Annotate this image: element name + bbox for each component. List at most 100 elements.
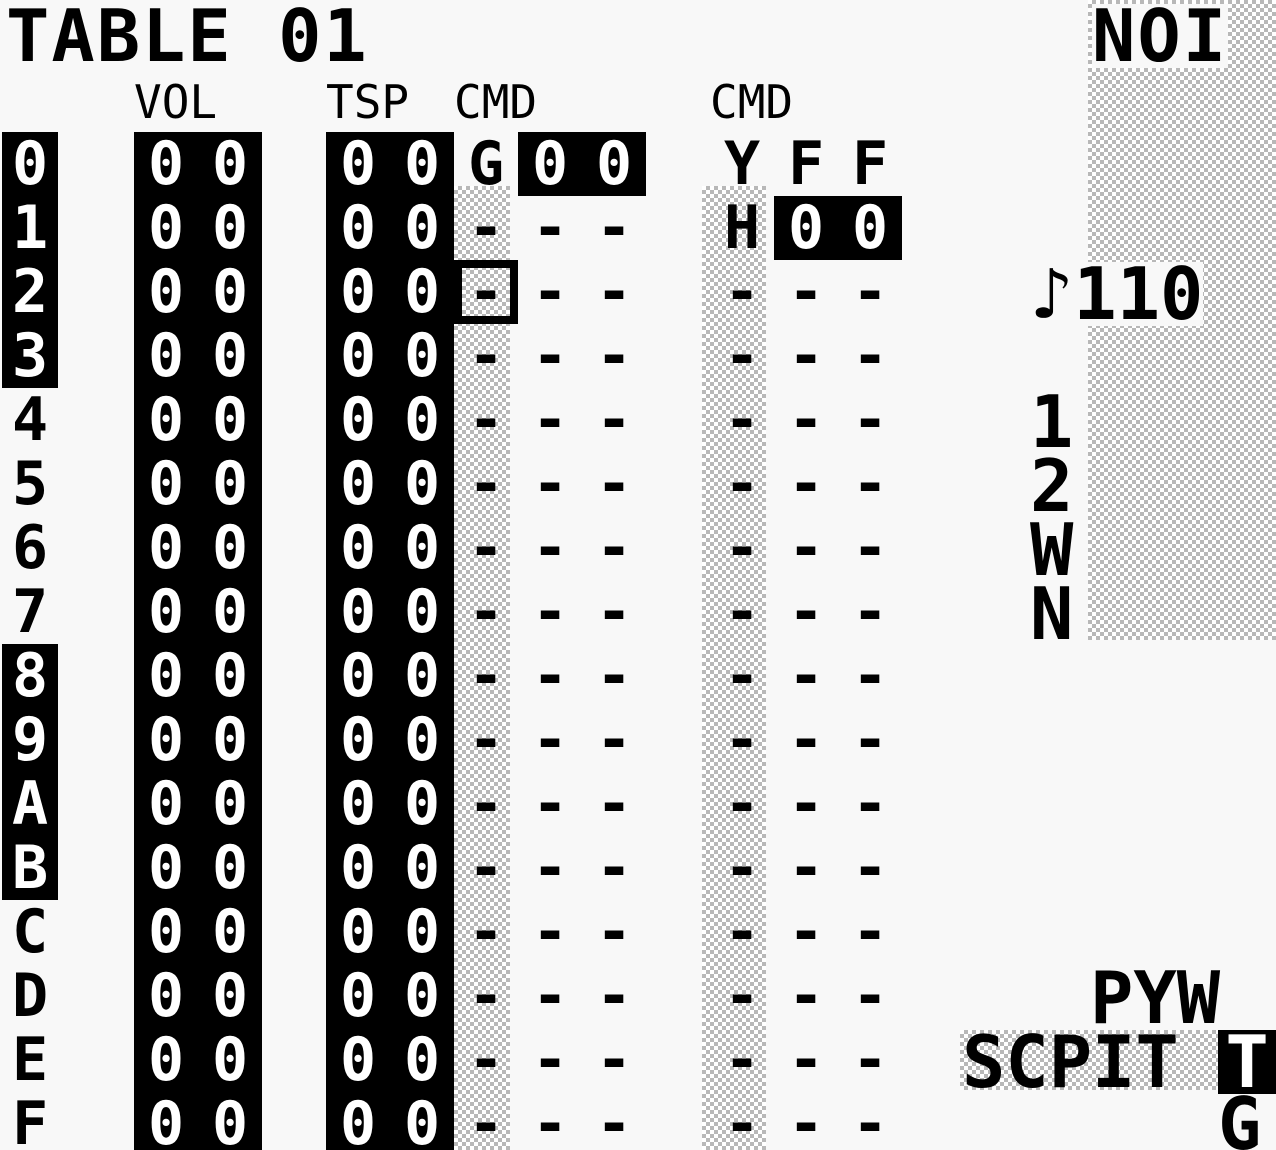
- tsp-cell[interactable]: 0: [390, 580, 454, 644]
- tsp-cell[interactable]: 0: [326, 836, 390, 900]
- cmd1-cell[interactable]: -: [518, 516, 582, 580]
- cmd2-cell[interactable]: -: [838, 260, 902, 324]
- cmd1-cell[interactable]: -: [582, 260, 646, 324]
- cmd2-cell[interactable]: -: [774, 964, 838, 1028]
- cmd2-cell[interactable]: -: [710, 964, 774, 1028]
- tsp-cell[interactable]: 0: [390, 644, 454, 708]
- cmd1-cell[interactable]: -: [518, 388, 582, 452]
- cmd1-cell[interactable]: -: [582, 324, 646, 388]
- cmd1-cell[interactable]: -: [518, 964, 582, 1028]
- vol-cell[interactable]: 0: [134, 388, 198, 452]
- cmd1-cell[interactable]: -: [454, 324, 518, 388]
- tsp-cell[interactable]: 0: [326, 196, 390, 260]
- cmd1-cell[interactable]: -: [454, 644, 518, 708]
- tsp-cell[interactable]: 0: [326, 452, 390, 516]
- cmd2-cell[interactable]: -: [710, 644, 774, 708]
- vol-cell[interactable]: 0: [198, 900, 262, 964]
- cmd1-cell[interactable]: -: [454, 196, 518, 260]
- cmd2-cell[interactable]: -: [774, 900, 838, 964]
- cmd2-cell[interactable]: 0: [838, 196, 902, 260]
- vol-cell[interactable]: 0: [134, 452, 198, 516]
- cmd1-cell[interactable]: -: [454, 1028, 518, 1092]
- cmd2-cell[interactable]: -: [774, 580, 838, 644]
- cmd2-cell[interactable]: -: [774, 836, 838, 900]
- vol-cell[interactable]: 0: [134, 324, 198, 388]
- cmd2-cell[interactable]: -: [710, 260, 774, 324]
- tsp-cell[interactable]: 0: [390, 964, 454, 1028]
- vol-cell[interactable]: 0: [134, 644, 198, 708]
- cmd1-cell[interactable]: 0: [518, 132, 582, 196]
- cmd2-cell[interactable]: -: [710, 516, 774, 580]
- cmd2-cell[interactable]: -: [774, 452, 838, 516]
- tsp-cell[interactable]: 0: [326, 260, 390, 324]
- cmd1-cell[interactable]: -: [518, 1028, 582, 1092]
- cmd2-cell[interactable]: -: [710, 452, 774, 516]
- cmd2-cell[interactable]: -: [774, 324, 838, 388]
- cmd2-cell[interactable]: -: [710, 580, 774, 644]
- vol-cell[interactable]: 0: [134, 580, 198, 644]
- cmd1-cell[interactable]: -: [454, 708, 518, 772]
- cmd1-cell[interactable]: -: [454, 516, 518, 580]
- cmd1-cell[interactable]: -: [518, 260, 582, 324]
- vol-cell[interactable]: 0: [198, 196, 262, 260]
- cmd2-cell[interactable]: -: [774, 1028, 838, 1092]
- cmd1-cell[interactable]: -: [582, 580, 646, 644]
- cmd2-cell[interactable]: -: [710, 324, 774, 388]
- vol-cell[interactable]: 0: [198, 580, 262, 644]
- tsp-cell[interactable]: 0: [390, 1028, 454, 1092]
- cmd2-cell[interactable]: -: [774, 1092, 838, 1150]
- cmd2-cell[interactable]: 0: [774, 196, 838, 260]
- cmd1-cell[interactable]: -: [454, 580, 518, 644]
- tsp-cell[interactable]: 0: [326, 644, 390, 708]
- tsp-cell[interactable]: 0: [326, 1028, 390, 1092]
- cmd2-cell[interactable]: -: [774, 516, 838, 580]
- vol-cell[interactable]: 0: [134, 900, 198, 964]
- cmd1-cell[interactable]: -: [582, 708, 646, 772]
- vol-cell[interactable]: 0: [198, 1092, 262, 1150]
- vol-cell[interactable]: 0: [134, 1028, 198, 1092]
- cmd1-cell[interactable]: -: [454, 900, 518, 964]
- cmd1-cell[interactable]: -: [582, 900, 646, 964]
- tsp-cell[interactable]: 0: [326, 772, 390, 836]
- cmd1-cell[interactable]: -: [454, 836, 518, 900]
- cmd2-cell[interactable]: -: [838, 836, 902, 900]
- cmd2-cell[interactable]: F: [774, 132, 838, 196]
- tsp-cell[interactable]: 0: [390, 900, 454, 964]
- vol-cell[interactable]: 0: [134, 708, 198, 772]
- tsp-cell[interactable]: 0: [326, 1092, 390, 1150]
- tsp-cell[interactable]: 0: [326, 516, 390, 580]
- vol-cell[interactable]: 0: [198, 260, 262, 324]
- cmd2-cell[interactable]: -: [710, 772, 774, 836]
- cmd2-cell[interactable]: F: [838, 132, 902, 196]
- vol-cell[interactable]: 0: [198, 452, 262, 516]
- tsp-cell[interactable]: 0: [390, 132, 454, 196]
- tsp-cell[interactable]: 0: [390, 196, 454, 260]
- cmd2-cell[interactable]: -: [838, 1092, 902, 1150]
- vol-cell[interactable]: 0: [198, 772, 262, 836]
- vol-cell[interactable]: 0: [134, 964, 198, 1028]
- cmd2-cell[interactable]: -: [838, 580, 902, 644]
- vol-cell[interactable]: 0: [134, 1092, 198, 1150]
- cmd1-cell[interactable]: -: [454, 260, 518, 324]
- cmd2-cell[interactable]: -: [838, 644, 902, 708]
- cmd1-cell[interactable]: -: [518, 580, 582, 644]
- cmd2-cell[interactable]: H: [710, 196, 774, 260]
- cmd2-cell[interactable]: -: [774, 708, 838, 772]
- cmd1-cell[interactable]: -: [518, 324, 582, 388]
- cmd2-cell[interactable]: -: [838, 388, 902, 452]
- cmd2-cell[interactable]: Y: [710, 132, 774, 196]
- cmd1-cell[interactable]: -: [518, 644, 582, 708]
- cmd1-cell[interactable]: -: [454, 772, 518, 836]
- cmd1-cell[interactable]: G: [454, 132, 518, 196]
- cmd2-cell[interactable]: -: [710, 1092, 774, 1150]
- vol-cell[interactable]: 0: [134, 772, 198, 836]
- cmd1-cell[interactable]: -: [454, 388, 518, 452]
- cmd1-cell[interactable]: -: [518, 836, 582, 900]
- cmd1-cell[interactable]: -: [582, 452, 646, 516]
- cmd1-cell[interactable]: -: [518, 1092, 582, 1150]
- cmd1-cell[interactable]: -: [518, 708, 582, 772]
- tsp-cell[interactable]: 0: [390, 1092, 454, 1150]
- vol-cell[interactable]: 0: [198, 708, 262, 772]
- cmd2-cell[interactable]: -: [774, 644, 838, 708]
- vol-cell[interactable]: 0: [198, 132, 262, 196]
